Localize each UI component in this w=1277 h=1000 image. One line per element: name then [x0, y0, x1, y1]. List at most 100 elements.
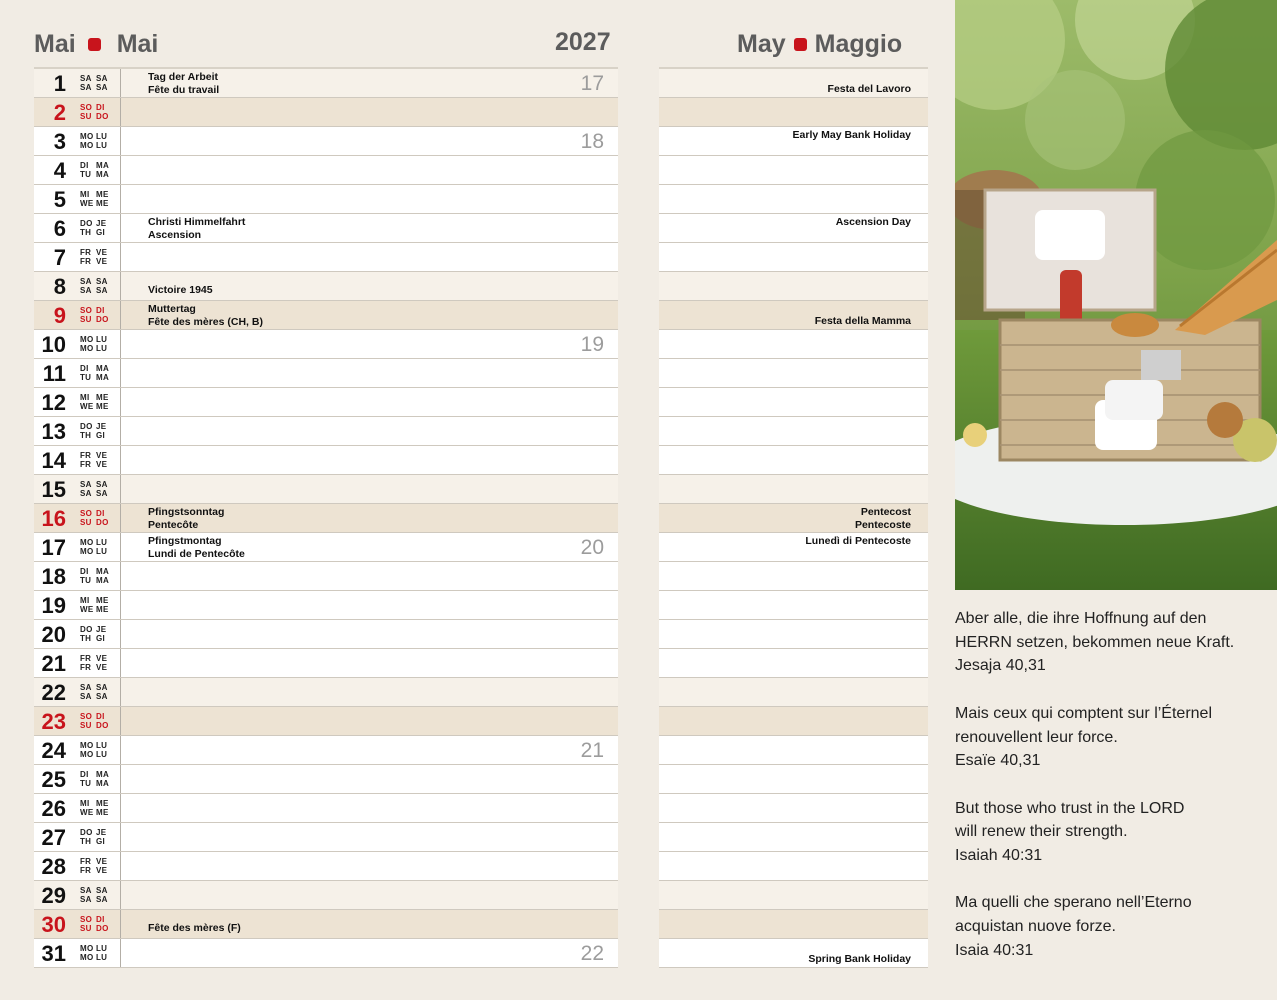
day-row-right[interactable] [659, 156, 928, 185]
day-row-right[interactable]: Pentecost Pentecoste [659, 504, 928, 533]
weekday-line: TU MA [80, 576, 112, 585]
day-row-right[interactable] [659, 794, 928, 823]
day-row-left[interactable]: 12 MI ME WE ME [34, 388, 618, 417]
day-row-left[interactable]: 5 MI ME WE ME [34, 185, 618, 214]
day-row-left[interactable]: 15 SA SA SA SA [34, 475, 618, 504]
day-row-right[interactable] [659, 707, 928, 736]
weekday-code: TH [80, 228, 92, 237]
day-row-right[interactable] [659, 388, 928, 417]
day-row-right[interactable] [659, 417, 928, 446]
day-row-left[interactable]: 20 DO JE TH GI [34, 620, 618, 649]
day-row-left[interactable]: 29 SA SA SA SA [34, 881, 618, 910]
weekday-code: SA [96, 886, 108, 895]
day-row-left[interactable]: 13 DO JE TH GI [34, 417, 618, 446]
day-row-right[interactable] [659, 243, 928, 272]
day-row-right[interactable] [659, 591, 928, 620]
day-row-right[interactable] [659, 649, 928, 678]
day-number: 4 [53, 158, 66, 183]
day-row-right[interactable] [659, 881, 928, 910]
weekday-code: DO [80, 625, 93, 634]
day-row-left[interactable]: 30 SO DI SU DO Fête des mères (F) [34, 910, 618, 939]
weekday-line: TU MA [80, 170, 112, 179]
day-row-left[interactable]: 10 MO LU MO LU 19 [34, 330, 618, 359]
day-row-left[interactable]: 28 FR VE FR VE [34, 852, 618, 881]
day-row-right[interactable] [659, 272, 928, 301]
day-row-left[interactable]: 25 DI MA TU MA [34, 765, 618, 794]
weekday-code: SA [96, 683, 108, 692]
day-row-right[interactable]: Ascension Day [659, 214, 928, 243]
day-row-left[interactable]: 14 FR VE FR VE [34, 446, 618, 475]
weekday-code: SA [80, 489, 92, 498]
day-row-right[interactable] [659, 562, 928, 591]
day-row-left[interactable]: 18 DI MA TU MA [34, 562, 618, 591]
weekday-code: SO [80, 306, 93, 315]
weekday-line: DO JE [80, 422, 112, 431]
weekday-line: MI ME [80, 799, 112, 808]
day-row-left[interactable]: 9 SO DI SU DO Muttertag Fête des mères (CH, B) [34, 301, 618, 330]
weekday-code: DO [96, 721, 109, 730]
weekday-line: MI ME [80, 190, 112, 199]
header-left: Mai Mai [34, 28, 158, 60]
day-number: 10 [41, 332, 66, 357]
day-row-left[interactable]: 6 DO JE TH GI Christi Himmelfahrt Ascension [34, 214, 618, 243]
day-row-left[interactable]: 17 MO LU MO LU Pfingstmontag Lundi de Pentecôt… [34, 533, 618, 562]
day-row-right[interactable] [659, 823, 928, 852]
day-row-right[interactable] [659, 620, 928, 649]
day-row-left[interactable]: 2 SO DI SU DO [34, 98, 618, 127]
day-row-left[interactable]: 16 SO DI SU DO Pfingstsonntag Pentecôte [34, 504, 618, 533]
day-row-right[interactable]: Spring Bank Holiday [659, 939, 928, 968]
day-row-right[interactable] [659, 852, 928, 881]
day-number: 17 [41, 535, 66, 560]
day-row-right[interactable]: Festa della Mamma [659, 301, 928, 330]
weekday-abbrev: MO LU MO LU [80, 741, 112, 759]
day-row-right[interactable] [659, 475, 928, 504]
weekday-code: ME [96, 799, 109, 808]
weekday-code: LU [96, 944, 108, 953]
day-number: 16 [41, 506, 66, 531]
day-row-left[interactable]: 7 FR VE FR VE [34, 243, 618, 272]
day-row-right[interactable] [659, 330, 928, 359]
day-row-left[interactable]: 23 SO DI SU DO [34, 707, 618, 736]
day-row-right[interactable] [659, 98, 928, 127]
day-row-right[interactable] [659, 446, 928, 475]
day-row-right[interactable]: Early May Bank Holiday [659, 127, 928, 156]
day-row-left[interactable]: 4 DI MA TU MA [34, 156, 618, 185]
day-row-right[interactable]: Lunedì di Pentecoste [659, 533, 928, 562]
day-row-left[interactable]: 1 SA SA SA SA Tag der Arbeit Fête du travail 17 [34, 69, 618, 98]
verse-line: will renew their strength. [955, 823, 1128, 841]
month-title-it: Maggio [814, 29, 903, 58]
holiday-left: Victoire 1945 [148, 284, 213, 297]
day-row-left[interactable]: 24 MO LU MO LU 21 [34, 736, 618, 765]
day-row-right[interactable] [659, 185, 928, 214]
weekday-line: TH GI [80, 228, 112, 237]
weekday-line: MO LU [80, 335, 112, 344]
day-row-left[interactable]: 22 SA SA SA SA [34, 678, 618, 707]
holiday-right: Lunedì di Pentecoste [805, 535, 911, 548]
day-row-right[interactable] [659, 910, 928, 939]
weekday-code: SU [80, 721, 92, 730]
month-title-en: May [737, 29, 786, 58]
day-row-left[interactable]: 31 MO LU MO LU 22 [34, 939, 618, 968]
day-row-left[interactable]: 3 MO LU MO LU 18 [34, 127, 618, 156]
day-row-right[interactable]: Festa del Lavoro [659, 69, 928, 98]
weekday-abbrev: SA SA SA SA [80, 277, 112, 295]
day-row-left[interactable]: 19 MI ME WE ME [34, 591, 618, 620]
day-row-left[interactable]: 26 MI ME WE ME [34, 794, 618, 823]
weekday-code: SA [80, 277, 92, 286]
day-row-right[interactable] [659, 736, 928, 765]
day-row-left[interactable]: 11 DI MA TU MA [34, 359, 618, 388]
weekday-code: DO [96, 924, 109, 933]
weekday-line: SA SA [80, 489, 112, 498]
day-row-right[interactable] [659, 678, 928, 707]
day-row-left[interactable]: 21 FR VE FR VE [34, 649, 618, 678]
holiday-right: Ascension Day [836, 216, 911, 229]
weekday-code: LU [96, 750, 108, 759]
day-row-right[interactable] [659, 359, 928, 388]
day-row-left[interactable]: 27 DO JE TH GI [34, 823, 618, 852]
weekday-code: TU [80, 373, 92, 382]
day-row-left[interactable]: 8 SA SA SA SA Victoire 1945 [34, 272, 618, 301]
week-number: 22 [580, 942, 604, 965]
day-row-right[interactable] [659, 765, 928, 794]
weekday-code: ME [96, 808, 109, 817]
month-title-fr: Mai [116, 29, 159, 58]
